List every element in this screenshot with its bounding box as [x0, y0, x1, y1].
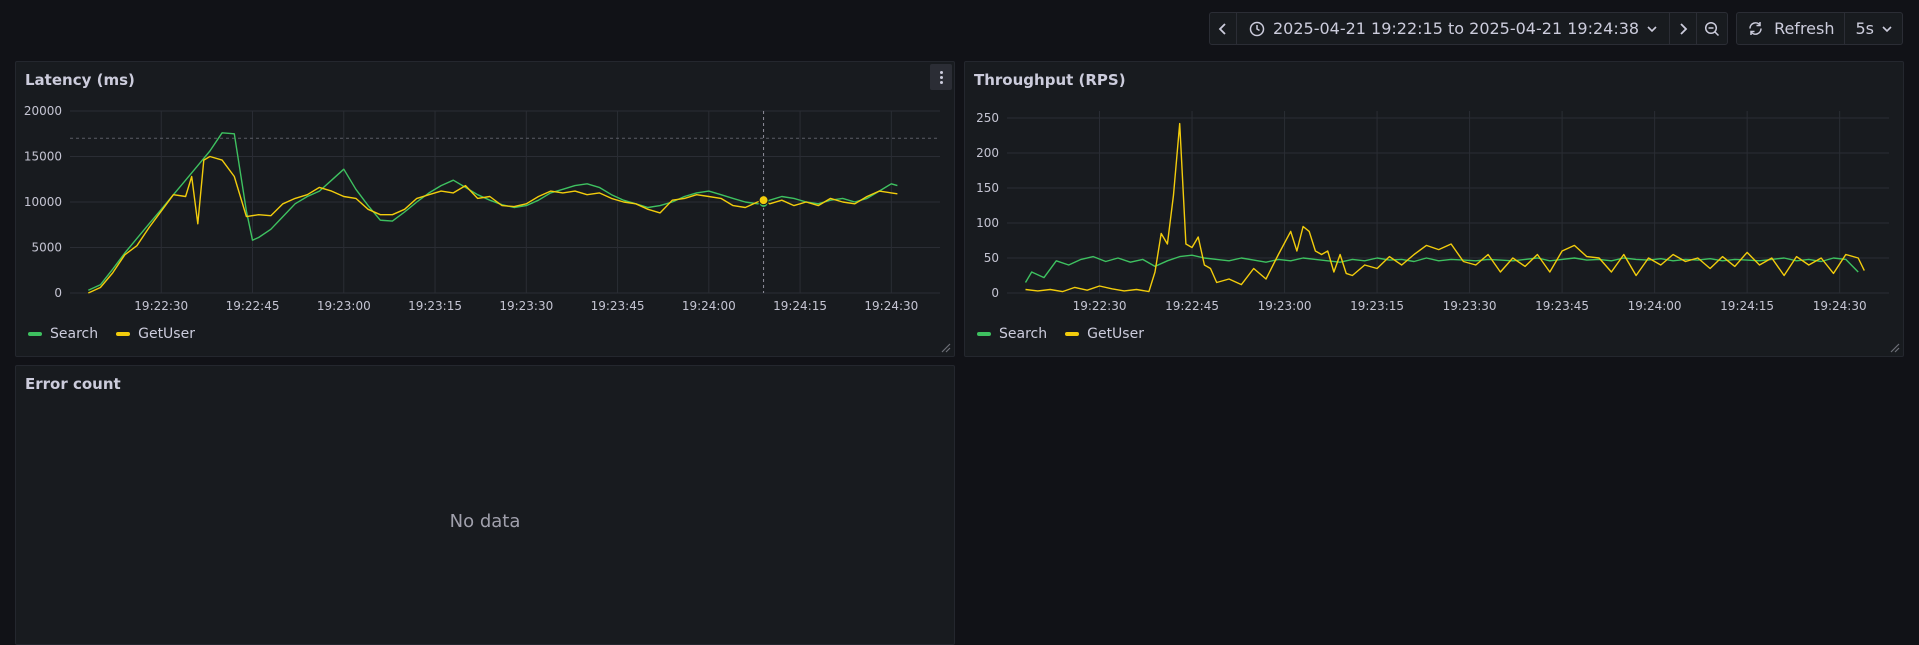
- y-tick-label: 100: [976, 216, 999, 230]
- error-count-panel[interactable]: Error count No data: [15, 365, 955, 645]
- throughput-chart[interactable]: 0 50 100 150 200 250 19:22:30 19:22:45 19:23:00 1…: [965, 62, 1905, 322]
- chevron-left-icon: [1218, 22, 1226, 35]
- x-tick-label: 19:23:15: [408, 299, 462, 313]
- legend-label: GetUser: [138, 326, 195, 342]
- panel-title: Error count: [25, 375, 121, 393]
- y-tick-label: 50: [984, 251, 999, 265]
- x-tick-label: 19:22:30: [134, 299, 188, 313]
- x-tick-label: 19:24:15: [773, 299, 827, 313]
- x-tick-label: 19:22:45: [1165, 299, 1219, 313]
- resize-handle-icon[interactable]: [941, 343, 951, 353]
- legend-swatch: [28, 332, 42, 336]
- series-line-getuser: [88, 155, 898, 294]
- x-tick-label: 19:23:00: [317, 299, 371, 313]
- y-tick-label: 250: [976, 111, 999, 125]
- refresh-group: Refresh 5s: [1736, 12, 1903, 45]
- x-tick-label: 19:22:45: [226, 299, 280, 313]
- x-tick-label: 19:24:00: [1628, 299, 1682, 313]
- legend-swatch: [1065, 332, 1080, 336]
- refresh-icon: [1749, 22, 1762, 35]
- y-tick-label: 150: [976, 181, 999, 195]
- x-tick-label: 19:24:15: [1720, 299, 1774, 313]
- legend-item-getuser[interactable]: GetUser: [1065, 326, 1144, 342]
- x-tick-label: 19:23:45: [1535, 299, 1589, 313]
- throughput-panel[interactable]: Throughput (RPS) 0 50 100 150 200 250 19:22:30…: [964, 61, 1904, 357]
- time-toolbar: 2025-04-21 19:22:15 to 2025-04-21 19:24:…: [1208, 12, 1903, 45]
- y-tick-label: 20000: [24, 104, 62, 118]
- x-tick-label: 19:23:45: [591, 299, 645, 313]
- x-tick-label: 19:23:00: [1258, 299, 1312, 313]
- refresh-interval-label: 5s: [1855, 19, 1874, 38]
- legend-item-getuser[interactable]: GetUser: [116, 326, 195, 342]
- x-tick-label: 19:24:00: [682, 299, 736, 313]
- x-tick-label: 19:24:30: [864, 299, 918, 313]
- time-range-picker[interactable]: 2025-04-21 19:22:15 to 2025-04-21 19:24:…: [1235, 13, 1669, 44]
- no-data-message: No data: [449, 511, 521, 532]
- y-tick-label: 0: [991, 286, 999, 300]
- y-tick-label: 200: [976, 146, 999, 160]
- chevron-right-icon: [1680, 22, 1688, 35]
- refresh-interval-picker[interactable]: 5s: [1844, 13, 1902, 44]
- resize-handle-icon[interactable]: [1890, 343, 1900, 353]
- refresh-label: Refresh: [1774, 19, 1835, 38]
- time-forward-button[interactable]: [1669, 13, 1696, 44]
- x-tick-label: 19:22:30: [1073, 299, 1127, 313]
- time-range-group: 2025-04-21 19:22:15 to 2025-04-21 19:24:…: [1208, 12, 1729, 45]
- chevron-down-icon: [1882, 25, 1892, 32]
- y-tick-label: 5000: [31, 241, 62, 255]
- clock-icon: [1249, 21, 1265, 36]
- series-line-getuser: [1025, 122, 1865, 293]
- latency-chart[interactable]: 0 5000 10000 15000 20000 19:22:30 19:22:45 19:2…: [16, 62, 956, 322]
- x-tick-label: 19:23:15: [1350, 299, 1404, 313]
- legend-label: Search: [999, 326, 1048, 342]
- x-tick-label: 19:23:30: [1443, 299, 1497, 313]
- chevron-down-icon: [1647, 25, 1657, 32]
- hover-point-getuser: [758, 195, 769, 206]
- x-tick-label: 19:24:30: [1813, 299, 1867, 313]
- legend-item-search[interactable]: Search: [28, 326, 98, 342]
- y-tick-label: 15000: [24, 150, 62, 164]
- chart-legend: Search GetUser: [977, 326, 1144, 342]
- series-line-search: [1024, 254, 1859, 283]
- legend-swatch: [977, 332, 991, 336]
- y-tick-label: 0: [54, 286, 62, 300]
- x-tick-label: 19:23:30: [499, 299, 553, 313]
- zoom-out-button[interactable]: [1696, 13, 1727, 44]
- chart-legend: Search GetUser: [28, 326, 195, 342]
- time-back-button[interactable]: [1210, 13, 1236, 44]
- legend-item-search[interactable]: Search: [977, 326, 1047, 342]
- legend-label: Search: [50, 326, 99, 342]
- time-range-label: 2025-04-21 19:22:15 to 2025-04-21 19:24:…: [1272, 19, 1640, 38]
- legend-label: GetUser: [1087, 326, 1144, 342]
- y-tick-label: 10000: [24, 195, 62, 209]
- zoom-out-icon: [1705, 21, 1720, 36]
- legend-swatch: [116, 332, 131, 336]
- refresh-button[interactable]: Refresh: [1737, 13, 1844, 44]
- latency-panel[interactable]: Latency (ms) 0 5000 10000 15000 20000 19:22:3…: [15, 61, 955, 357]
